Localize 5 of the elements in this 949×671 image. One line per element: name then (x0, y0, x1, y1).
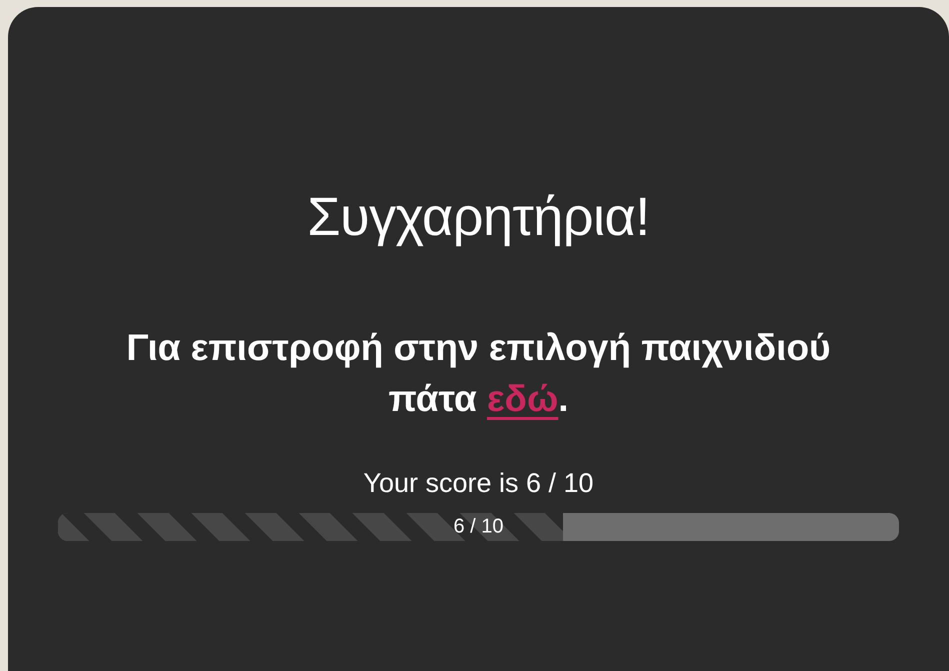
here-link[interactable]: εδώ (487, 378, 558, 419)
return-message: Για επιστροφή στην επιλογή παιχνιδιού πάτα εδώ. (125, 326, 832, 421)
congratulations-title: Συγχαρητήρια! (307, 186, 650, 249)
score-text: Your score is 6 / 10 (363, 468, 594, 499)
progress-label: 6 / 10 (453, 515, 504, 538)
